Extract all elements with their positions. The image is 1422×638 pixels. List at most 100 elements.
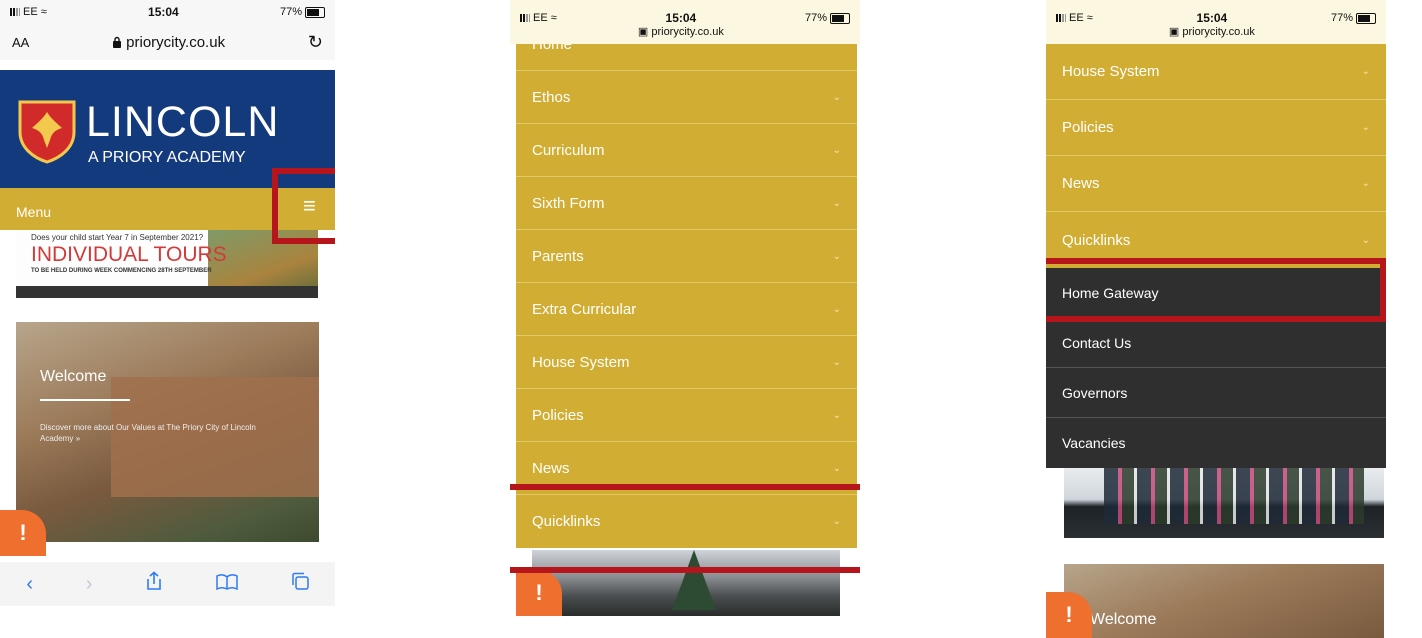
school-name: LINCOLN [86, 98, 280, 146]
submenu-item-contact-us[interactable]: Contact Us [1046, 318, 1386, 368]
clock: 15:04 [665, 11, 697, 25]
group-figures [1104, 468, 1364, 524]
status-bar: EE ≈ 15:04 ▣ priorycity.co.uk 77% [1046, 0, 1386, 44]
signal-icon [520, 14, 530, 23]
lock-icon: ▣ [637, 26, 649, 38]
time-url: 15:04 ▣ priorycity.co.uk [638, 12, 724, 39]
battery-icon [1356, 12, 1376, 24]
menu-item-label: News [532, 459, 570, 477]
school-crest-icon [18, 100, 76, 164]
battery-percent: 77% [279, 6, 302, 18]
clock: 15:04 [1196, 11, 1228, 25]
submenu-item-label: Vacancies [1062, 435, 1126, 451]
submenu-item-vacancies[interactable]: Vacancies [1046, 418, 1386, 468]
chevron-down-icon[interactable]: ⌄ [833, 463, 841, 474]
menu-item-label: Sixth Form [532, 194, 605, 212]
wifi-icon: ≈ [40, 6, 47, 18]
chevron-down-icon[interactable]: ⌄ [833, 251, 841, 262]
welcome-title: Welcome [1090, 611, 1157, 628]
submenu-item-governors[interactable]: Governors [1046, 368, 1386, 418]
menu-item-news[interactable]: News ⌄ [1046, 156, 1386, 212]
menu-item-label: Parents [532, 247, 584, 265]
status-bar: EE ≈ 15:04 77% [0, 0, 335, 24]
welcome-card-partial[interactable]: Welcome [1064, 564, 1384, 638]
phone-screen-homepage: EE ≈ 15:04 77% AA priorycity.co.uk ↻ LIN… [0, 0, 335, 638]
wifi-icon: ≈ [550, 12, 557, 24]
carrier-label: EE [23, 6, 38, 18]
alert-button[interactable]: ! [516, 570, 562, 616]
carrier-signal: EE ≈ [1056, 12, 1093, 24]
tabs-icon[interactable] [291, 572, 309, 596]
chevron-down-icon[interactable]: ⌄ [1362, 178, 1370, 189]
url-mini[interactable]: ▣ priorycity.co.uk [638, 26, 724, 38]
address-bar[interactable]: AA priorycity.co.uk ↻ [0, 24, 335, 60]
welcome-card[interactable]: Welcome Discover more about Our Values a… [16, 322, 319, 542]
chevron-down-icon[interactable]: ⌄ [833, 304, 841, 315]
chevron-down-icon[interactable]: ⌄ [833, 198, 841, 209]
welcome-text[interactable]: Discover more about Our Values at The Pr… [40, 422, 290, 444]
menu-item-sixth-form[interactable]: Sixth Form ⌄ [516, 177, 857, 230]
chevron-down-icon[interactable]: ⌄ [1362, 122, 1370, 133]
clock: 15:04 [148, 5, 179, 19]
phone-screen-menu-open: EE ≈ 15:04 ▣ priorycity.co.uk 77% Home E… [510, 0, 860, 638]
browser-toolbar: ‹ › [0, 562, 335, 606]
time-url: 15:04 ▣ priorycity.co.uk [1169, 12, 1255, 39]
chevron-down-icon[interactable]: ⌄ [833, 92, 841, 103]
menu-item-house-system[interactable]: House System ⌄ [516, 336, 857, 389]
menu-item-ethos[interactable]: Ethos ⌄ [516, 71, 857, 124]
carrier-signal: EE ≈ [10, 6, 47, 18]
chevron-down-icon[interactable]: ⌄ [833, 145, 841, 156]
alert-button[interactable]: ! [1046, 592, 1092, 638]
welcome-arrows: » [75, 434, 81, 443]
menu-item-extra-curricular[interactable]: Extra Curricular ⌄ [516, 283, 857, 336]
menu-item-label: Curriculum [532, 141, 605, 159]
menu-label: Menu [16, 204, 52, 220]
status-bar: EE ≈ 15:04 ▣ priorycity.co.uk 77% [510, 0, 860, 44]
forward-icon[interactable]: › [86, 573, 93, 596]
menu-item-policies[interactable]: Policies ⌄ [516, 389, 857, 442]
nav-menu: Home Ethos ⌄ Curriculum ⌄ Sixth Form ⌄ Pare… [516, 18, 857, 548]
banner-dates: TO BE HELD DURING WEEK COMMENCING 28TH S… [31, 268, 212, 274]
domain-text: priorycity.co.uk [1182, 26, 1255, 38]
battery-status: 77% [280, 6, 325, 18]
menu-item-curriculum[interactable]: Curriculum ⌄ [516, 124, 857, 177]
domain-text: priorycity.co.uk [651, 26, 724, 38]
signal-icon [1056, 14, 1066, 23]
phone-screen-quicklinks-open: EE ≈ 15:04 ▣ priorycity.co.uk 77% House … [1046, 0, 1386, 638]
alert-button[interactable]: ! [0, 510, 46, 556]
menu-item-label: Policies [532, 406, 584, 424]
chevron-down-icon[interactable]: ⌄ [833, 357, 841, 368]
welcome-title: Welcome [40, 368, 107, 385]
lock-icon: ▣ [1168, 26, 1180, 38]
back-icon[interactable]: ‹ [26, 573, 33, 596]
menu-item-label: Quicklinks [1062, 231, 1131, 249]
url-mini[interactable]: ▣ priorycity.co.uk [1169, 26, 1255, 38]
reload-icon[interactable]: ↻ [308, 32, 323, 53]
welcome-underline [40, 399, 130, 401]
chevron-down-icon[interactable]: ⌄ [1362, 235, 1370, 246]
share-icon[interactable] [145, 571, 163, 597]
menu-item-label: Ethos [532, 88, 571, 106]
menu-item-policies[interactable]: Policies ⌄ [1046, 100, 1386, 156]
carrier-label: EE [533, 12, 548, 24]
battery-percent: 77% [1330, 12, 1353, 24]
group-photo [1064, 468, 1384, 538]
battery-icon [830, 12, 850, 24]
banner-footer-strip [16, 286, 318, 298]
highlight-quicklinks [510, 484, 860, 573]
carrier-label: EE [1069, 12, 1084, 24]
chevron-down-icon[interactable]: ⌄ [833, 410, 841, 421]
school-subtitle: A PRIORY ACADEMY [88, 149, 246, 166]
welcome-text-body: Discover more about Our Values at The Pr… [40, 423, 256, 443]
battery-percent: 77% [804, 12, 827, 24]
chevron-down-icon[interactable]: ⌄ [1362, 66, 1370, 77]
menu-item-label: House System [1062, 63, 1160, 80]
text-size-button[interactable]: AA [12, 35, 29, 50]
banner-intro: Does your child start Year 7 in Septembe… [31, 233, 204, 242]
menu-item-parents[interactable]: Parents ⌄ [516, 230, 857, 283]
submenu-item-label: Contact Us [1062, 334, 1132, 351]
highlight-hamburger [272, 168, 335, 244]
menu-item-house-system[interactable]: House System ⌄ [1046, 44, 1386, 100]
url-display[interactable]: priorycity.co.uk [112, 34, 225, 51]
bookmarks-icon[interactable] [216, 573, 238, 596]
